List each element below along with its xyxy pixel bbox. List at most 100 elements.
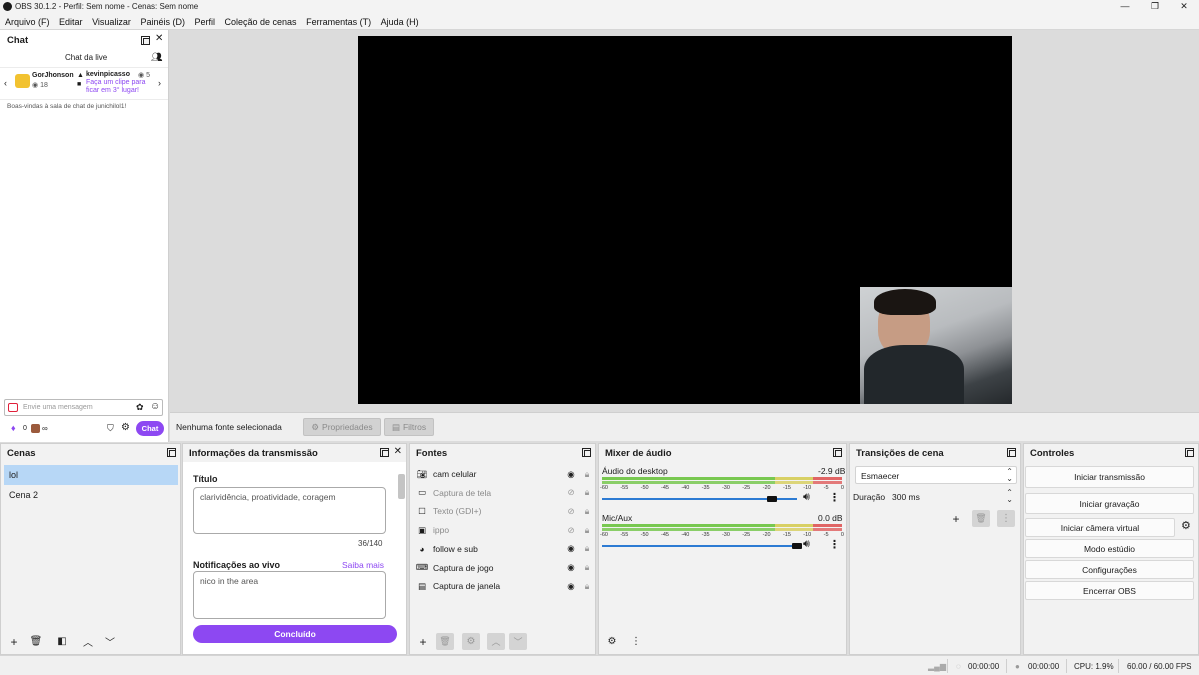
start-recording-button[interactable]: Iniciar gravação [1025,493,1194,514]
volume-slider-handle[interactable] [792,543,802,549]
scrollbar[interactable] [398,474,405,499]
lock-icon[interactable]: 🔒︎ [579,487,595,498]
tick-label: -45 [660,485,669,491]
trash-icon[interactable]: 🗑︎ [27,633,45,650]
close-dock-icon[interactable]: ✕ [394,446,402,457]
lock-icon[interactable]: 🔒︎ [579,506,595,517]
popout-icon[interactable] [380,448,390,458]
lock-icon[interactable]: 🔒︎ [579,543,595,554]
eye-icon[interactable]: ◉ [563,562,579,573]
shield-icon[interactable]: ⛉ [107,423,114,434]
lock-icon[interactable]: 🔒︎ [579,525,595,536]
volume-slider[interactable] [602,545,797,547]
start-virtual-camera-button[interactable]: Iniciar câmera virtual [1025,518,1175,537]
kebab-menu-icon[interactable]: ⋮ [829,538,840,551]
done-button[interactable]: Concluído [193,625,397,643]
points-icon[interactable]: ♦ [11,423,16,433]
speaker-icon[interactable]: 🔊︎ [803,538,810,551]
eye-off-icon[interactable]: ⊘ [563,525,579,536]
kebab-menu-icon[interactable]: ⋮ [829,491,840,504]
tick-label: -15 [782,485,791,491]
gear-icon[interactable]: ⚙ [121,422,130,433]
minimize-button[interactable]: — [1110,0,1140,14]
lock-icon[interactable]: 🔒︎ [579,581,595,592]
title-textarea[interactable]: clarividência, proatividade, coragem [193,487,386,534]
source-name: cam celular [433,469,477,479]
source-row[interactable]: ⌨ Captura de jogo ◉ 🔒︎ [413,559,595,577]
kebab-menu-icon[interactable]: ⋮ [627,633,645,650]
add-icon[interactable]: + [947,510,965,527]
close-window-button[interactable]: ✕ [1169,0,1199,14]
scenes-footer: + 🗑︎ ◧ ︿ ﹀ [1,628,180,654]
lock-icon[interactable]: 🔒︎ [579,469,595,480]
chevron-right-icon[interactable]: › [158,78,161,88]
learn-more-link[interactable]: Saiba mais [342,560,384,570]
arrow-down-icon[interactable]: ﹀ [101,633,119,650]
popout-icon[interactable] [141,36,151,46]
scene-item-cena-2[interactable]: Cena 2 [4,485,178,505]
chevron-updown-icon[interactable]: ⌃ ⌄ [1006,489,1013,504]
duration-value: 300 ms [892,492,920,502]
settings-button[interactable]: Configurações [1025,560,1194,579]
speaker-icon[interactable]: 🔊︎ [803,491,810,504]
chevron-left-icon[interactable]: ‹ [4,78,7,88]
arrow-up-icon[interactable]: ︿ [487,633,505,650]
chat-input[interactable]: Envie uma mensagem ✿ ☺ [4,399,163,416]
virtual-camera-gear-icon[interactable]: ⚙ [1181,519,1191,532]
eye-icon[interactable]: ◉ [563,469,579,480]
emote-icon[interactable]: ✿ [136,402,144,413]
menu-help[interactable]: Ajuda (H) [381,14,419,27]
popout-icon[interactable] [582,448,592,458]
advanced-audio-icon[interactable]: ⚙ [603,633,621,650]
menu-file[interactable]: Arquivo (F) [5,14,50,27]
popout-icon[interactable] [167,448,177,458]
menu-view[interactable]: Visualizar [92,14,131,27]
clip-promo[interactable]: Faça um clipe para ficar em 3° lugar! [86,79,148,94]
popout-icon[interactable] [833,448,843,458]
source-row[interactable]: ▣ ippo ⊘ 🔒︎ [413,521,595,539]
filters-button[interactable]: ▤ Filtros [384,418,434,436]
scene-item-lol[interactable]: lol [4,465,178,485]
chat-send-button[interactable]: Chat [136,421,164,436]
popout-icon[interactable] [1185,448,1195,458]
add-icon[interactable]: + [414,633,432,650]
source-row[interactable]: ◕ follow e sub ◉ 🔒︎ [413,540,595,558]
transition-select[interactable]: Esmaecer ⌃ ⌄ [855,466,1017,484]
close-dock-icon[interactable]: ✕ [155,33,163,44]
menu-edit[interactable]: Editar [59,14,83,27]
start-streaming-button[interactable]: Iniciar transmissão [1025,466,1194,488]
add-icon[interactable]: + [5,633,23,650]
duration-spinbox[interactable]: 300 ms ⌃ ⌄ [888,488,1016,506]
menu-scene-collection[interactable]: Coleção de cenas [225,14,297,27]
menu-docks[interactable]: Painéis (D) [140,14,185,27]
volume-slider-handle[interactable] [766,496,777,502]
emoji-icon[interactable]: ☺ [150,401,160,412]
users-icon[interactable]: 👥︎ [151,52,162,63]
properties-button[interactable]: ⚙ Propriedades [303,418,381,436]
arrow-up-icon[interactable]: ︿ [79,633,97,650]
menu-profile[interactable]: Perfil [194,14,215,27]
popout-icon[interactable] [1007,448,1017,458]
webcam-source[interactable] [860,287,1012,404]
source-row[interactable]: 📷︎ cam celular ◉ 🔒︎ [413,465,595,483]
trash-icon[interactable]: 🗑︎ [972,510,990,527]
source-row[interactable]: ☐ Texto (GDI+) ⊘ 🔒︎ [413,502,595,520]
source-row[interactable]: ▭ Captura de tela ⊘ 🔒︎ [413,484,595,502]
eye-off-icon[interactable]: ⊘ [563,487,579,498]
lock-icon[interactable]: 🔒︎ [579,562,595,573]
trash-icon[interactable]: 🗑︎ [436,633,454,650]
notifications-textarea[interactable]: nico in the area [193,571,386,619]
eye-off-icon[interactable]: ⊘ [563,506,579,517]
eye-icon[interactable]: ◉ [563,543,579,554]
eye-icon[interactable]: ◉ [563,581,579,592]
filter-icon[interactable]: ◧ [53,633,71,650]
arrow-down-icon[interactable]: ﹀ [509,633,527,650]
stream-info-header: Informações da transmissão ✕ [183,444,406,462]
studio-mode-button[interactable]: Modo estúdio [1025,539,1194,558]
kebab-menu-icon[interactable]: ⋮ [997,510,1015,527]
gear-icon[interactable]: ⚙ [462,633,480,650]
maximize-button[interactable]: ❐ [1140,0,1170,14]
menu-tools[interactable]: Ferramentas (T) [306,14,371,27]
source-row[interactable]: ▤ Captura de janela ◉ 🔒︎ [413,577,595,595]
exit-button[interactable]: Encerrar OBS [1025,581,1194,600]
